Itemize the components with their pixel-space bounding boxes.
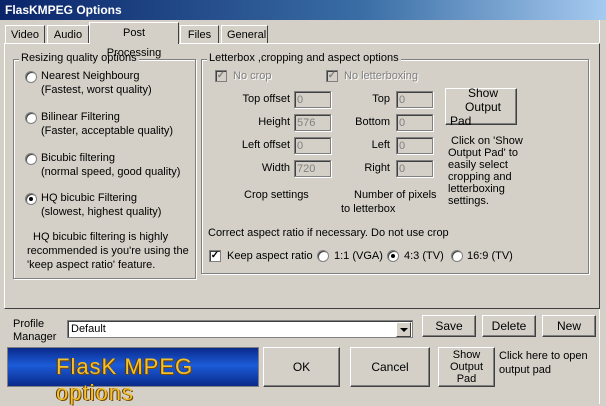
no-letterbox-checkbox[interactable]: ✓ bbox=[326, 70, 338, 82]
pad-caption-line2: to letterbox bbox=[341, 203, 396, 215]
chevron-down-icon[interactable] bbox=[396, 322, 411, 337]
bilinear-desc: (Faster, acceptable quality) bbox=[41, 125, 174, 137]
pad-bottom-label: Bottom bbox=[355, 116, 390, 128]
height-label: Height bbox=[258, 116, 290, 128]
pad-left-label: Left bbox=[371, 139, 390, 151]
left-offset-input[interactable] bbox=[294, 137, 331, 154]
pad-caption-line1: Number of pixels bbox=[354, 189, 437, 201]
show-output-pad-footer-button[interactable]: Show Output Pad bbox=[438, 347, 495, 387]
banner-text: FlasK MPEG options bbox=[56, 354, 194, 405]
pad-right-input[interactable] bbox=[396, 160, 433, 177]
profile-select-value: Default bbox=[71, 323, 106, 335]
save-button[interactable]: Save bbox=[422, 315, 476, 337]
hq-bicubic-desc: (slowest, highest quality) bbox=[41, 206, 162, 218]
nearest-title: Nearest Neighbourg bbox=[41, 70, 140, 82]
hq-bicubic-title: HQ bicubic Filtering bbox=[41, 192, 137, 204]
pad-right-label: Right bbox=[364, 162, 390, 174]
aspect-1-1-radio[interactable] bbox=[317, 250, 329, 262]
pad-top-input[interactable] bbox=[396, 91, 433, 108]
pad-bottom-input[interactable] bbox=[396, 114, 433, 131]
profile-label-line1: Profile bbox=[13, 318, 45, 330]
profile-label-line2: Manager bbox=[13, 331, 57, 343]
left-offset-label: Left offset bbox=[241, 139, 290, 151]
crop-settings-caption: Crop settings bbox=[244, 189, 309, 201]
hq-note-line1: HQ bicubic filtering is highly bbox=[33, 231, 169, 243]
footer-hint-line1: Click here to open bbox=[499, 350, 588, 362]
bicubic-desc: (normal speed, good quality) bbox=[41, 166, 181, 178]
nearest-desc: (Fastest, worst quality) bbox=[41, 84, 152, 96]
new-button[interactable]: New bbox=[542, 315, 596, 337]
tab-general[interactable]: General bbox=[221, 25, 268, 43]
bicubic-title: Bicubic filtering bbox=[41, 152, 115, 164]
aspect-16-9-radio[interactable] bbox=[451, 250, 463, 262]
window-title: FlasKMPEG Options bbox=[0, 0, 606, 20]
hq-bicubic-radio[interactable] bbox=[25, 193, 37, 205]
footer-hint-line2: output pad bbox=[499, 364, 551, 376]
tab-post-processing[interactable]: Post Processing bbox=[89, 22, 179, 59]
tab-video[interactable]: Video bbox=[5, 25, 45, 43]
top-offset-label: Top offset bbox=[242, 93, 291, 105]
pad-left-input[interactable] bbox=[396, 137, 433, 154]
aspect-note: Correct aspect ratio if necessary. Do no… bbox=[208, 227, 449, 239]
width-label: Width bbox=[261, 162, 290, 174]
show-output-pad-button[interactable]: Show Output Pad bbox=[445, 85, 517, 128]
no-crop-label: No crop bbox=[233, 70, 272, 82]
keep-aspect-label: Keep aspect ratio bbox=[227, 250, 313, 262]
aspect-16-9-label: 16:9 (TV) bbox=[467, 250, 513, 262]
hq-note-line3: 'keep aspect ratio' feature. bbox=[27, 259, 156, 271]
aspect-1-1-label: 1:1 (VGA) bbox=[334, 250, 383, 262]
pad-hint: Click on 'Show Output Pad' to easily sel… bbox=[448, 135, 523, 207]
aspect-4-3-radio[interactable] bbox=[387, 250, 399, 262]
window-edge bbox=[599, 20, 606, 404]
ok-button[interactable]: OK bbox=[263, 347, 340, 387]
nearest-radio[interactable] bbox=[25, 71, 37, 83]
top-offset-input[interactable] bbox=[294, 91, 331, 108]
width-input[interactable] bbox=[294, 160, 331, 177]
show-output-pad-line1: Show Output bbox=[464, 85, 502, 114]
height-input[interactable] bbox=[294, 114, 331, 131]
show-output-pad-line2: Pad bbox=[450, 113, 472, 128]
bicubic-radio[interactable] bbox=[25, 153, 37, 165]
delete-button[interactable]: Delete bbox=[482, 315, 536, 337]
hq-note-line2: recommended is you're using the bbox=[27, 245, 189, 257]
profile-select[interactable]: Default bbox=[67, 320, 413, 338]
pad-top-label: Top bbox=[372, 93, 390, 105]
no-crop-checkbox[interactable]: ✓ bbox=[215, 70, 227, 82]
footer-pad-line2: Output bbox=[449, 361, 484, 373]
footer-pad-line3: Pad bbox=[456, 373, 477, 385]
aspect-4-3-label: 4:3 (TV) bbox=[404, 250, 444, 262]
footer-pad-line1: Show bbox=[452, 349, 481, 361]
keep-aspect-checkbox[interactable]: ✓ bbox=[209, 250, 221, 262]
cancel-button[interactable]: Cancel bbox=[350, 347, 430, 387]
no-letterbox-label: No letterboxing bbox=[344, 70, 418, 82]
banner-logo: FlasK MPEG options bbox=[7, 347, 259, 405]
tab-audio[interactable]: Audio bbox=[47, 25, 89, 43]
bilinear-radio[interactable] bbox=[25, 112, 37, 124]
tab-files[interactable]: Files bbox=[180, 25, 219, 43]
bilinear-title: Bilinear Filtering bbox=[41, 111, 120, 123]
letterbox-group-label: Letterbox ,cropping and aspect options bbox=[207, 52, 401, 64]
